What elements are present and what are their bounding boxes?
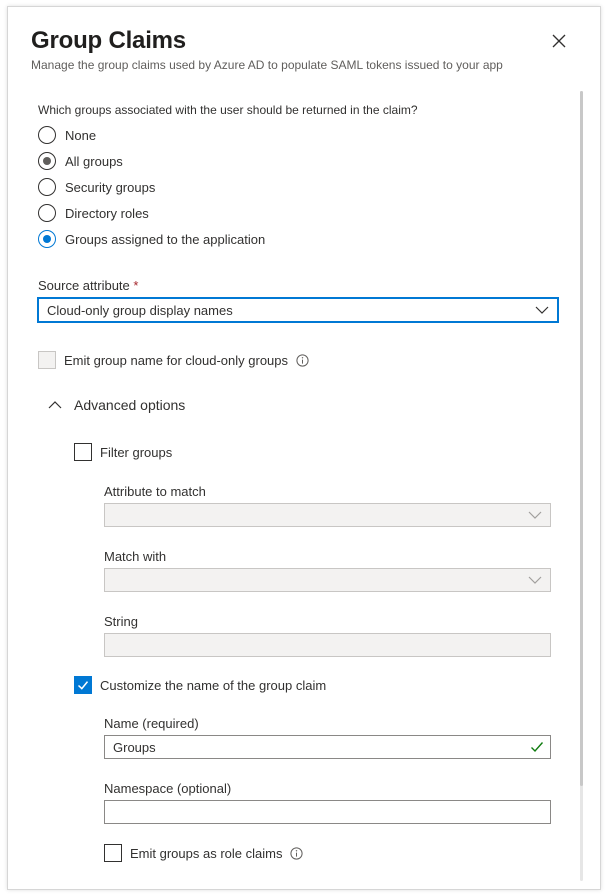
panel-subtitle: Manage the group claims used by Azure AD…	[31, 58, 503, 72]
namespace-input-field[interactable]	[105, 801, 515, 823]
radio-label: Security groups	[65, 179, 156, 195]
checkmark-icon	[77, 681, 89, 690]
attribute-to-match-dropdown[interactable]	[104, 503, 551, 527]
radio-security-groups[interactable]: Security groups	[38, 178, 155, 196]
radio-button[interactable]	[38, 178, 56, 196]
chevron-up-icon	[48, 401, 62, 409]
radio-label: All groups	[65, 153, 123, 169]
attribute-to-match-label: Attribute to match	[104, 484, 206, 499]
chevron-down-icon	[535, 306, 549, 314]
source-attribute-label-text: Source attribute	[38, 278, 130, 293]
name-input-field[interactable]	[105, 736, 515, 758]
emit-cloud-only-row[interactable]: Emit group name for cloud-only groups	[38, 351, 309, 369]
advanced-options-label: Advanced options	[74, 397, 186, 413]
string-label: String	[104, 614, 138, 629]
source-attribute-label: Source attribute *	[38, 278, 138, 293]
required-mark: *	[133, 278, 139, 293]
emit-cloud-only-checkbox[interactable]	[38, 351, 56, 369]
emit-role-claims-row[interactable]: Emit groups as role claims	[104, 844, 304, 862]
scrollbar-thumb[interactable]	[580, 91, 583, 786]
namespace-input[interactable]	[104, 800, 551, 824]
radio-directory-roles[interactable]: Directory roles	[38, 204, 149, 222]
radio-button[interactable]	[38, 204, 56, 222]
filter-groups-checkbox[interactable]	[74, 443, 92, 461]
advanced-options-toggle[interactable]: Advanced options	[48, 397, 185, 413]
customize-name-row[interactable]: Customize the name of the group claim	[74, 676, 326, 694]
emit-role-claims-label: Emit groups as role claims	[130, 845, 283, 861]
close-button[interactable]	[548, 30, 570, 52]
radio-button[interactable]	[38, 230, 56, 248]
namespace-label: Namespace (optional)	[104, 781, 232, 796]
radio-none[interactable]: None	[38, 126, 96, 144]
chevron-down-icon	[528, 511, 542, 519]
chevron-down-icon	[528, 576, 542, 584]
emit-cloud-only-label: Emit group name for cloud-only groups	[64, 352, 289, 368]
radio-button[interactable]	[38, 126, 56, 144]
filter-groups-label: Filter groups	[100, 444, 173, 460]
radio-button[interactable]	[38, 152, 56, 170]
radio-label: None	[65, 127, 97, 143]
radio-label: Groups assigned to the application	[65, 231, 266, 247]
match-with-label: Match with	[104, 549, 167, 564]
groups-question: Which groups associated with the user sh…	[38, 103, 418, 117]
source-attribute-value: Cloud-only group display names	[47, 303, 233, 318]
checkmark-icon	[531, 742, 544, 753]
customize-name-checkbox[interactable]	[74, 676, 92, 694]
close-icon	[552, 34, 566, 48]
name-input[interactable]	[104, 735, 551, 759]
string-input-field[interactable]	[105, 634, 515, 656]
info-icon[interactable]	[296, 353, 309, 367]
name-required-label: Name (required)	[104, 716, 199, 731]
info-icon[interactable]	[290, 846, 304, 860]
radio-all-groups[interactable]: All groups	[38, 152, 123, 170]
filter-groups-row[interactable]: Filter groups	[74, 443, 172, 461]
radio-label: Directory roles	[65, 205, 149, 221]
emit-role-claims-checkbox[interactable]	[104, 844, 122, 862]
source-attribute-dropdown[interactable]: Cloud-only group display names	[37, 297, 559, 323]
match-with-dropdown[interactable]	[104, 568, 551, 592]
radio-groups-assigned[interactable]: Groups assigned to the application	[38, 230, 265, 248]
customize-name-label: Customize the name of the group claim	[100, 677, 327, 693]
string-input[interactable]	[104, 633, 551, 657]
panel-title: Group Claims	[31, 27, 186, 54]
group-claims-panel: Group Claims Manage the group claims use…	[7, 6, 601, 890]
